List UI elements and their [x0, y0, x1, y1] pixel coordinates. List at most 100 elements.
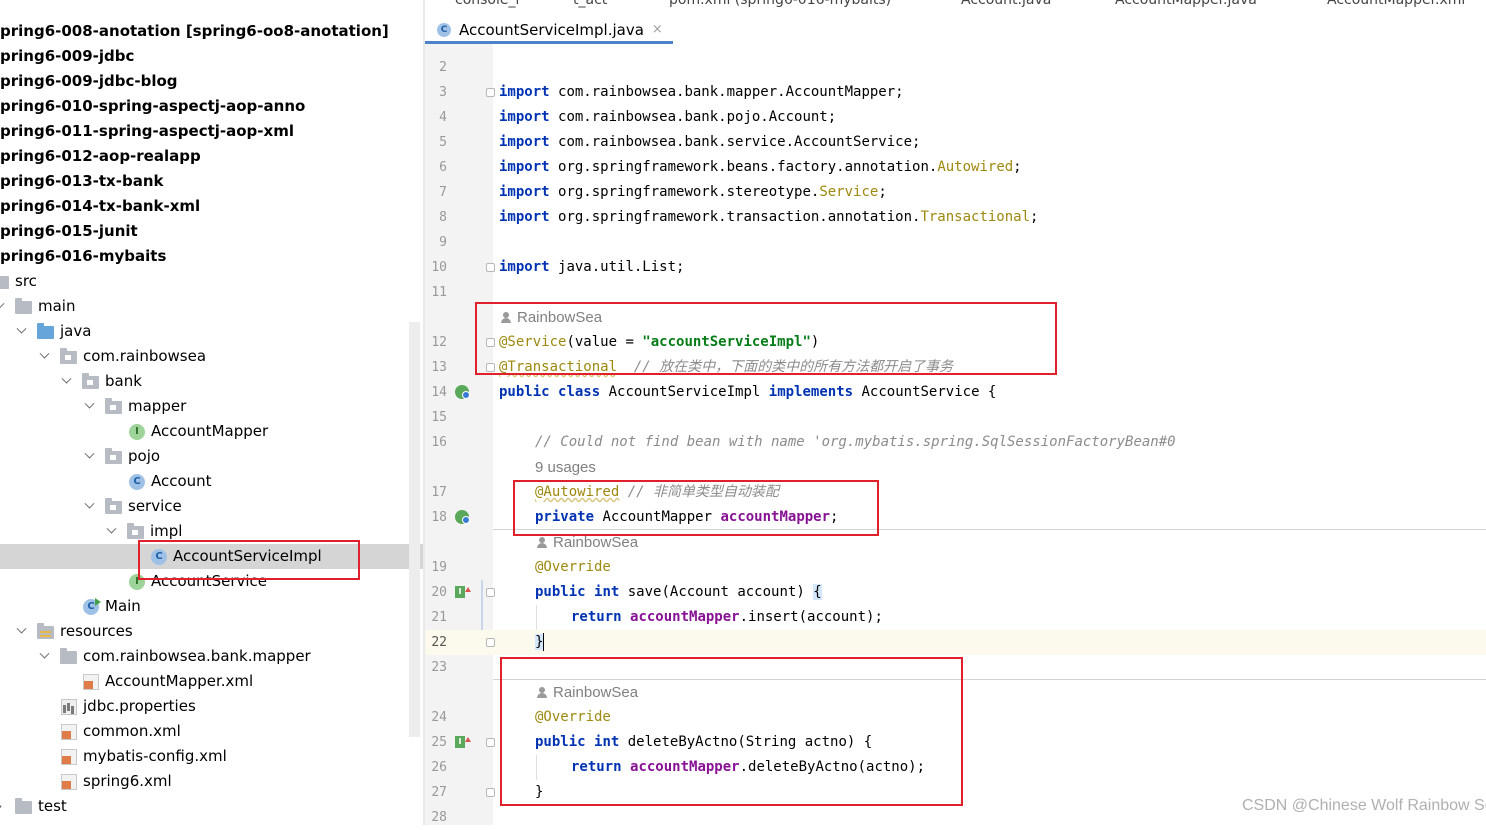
tree-item-bank[interactable]: bank	[0, 369, 424, 394]
code-line: public int save(Account account) {	[535, 584, 822, 600]
chevron-down-icon[interactable]	[83, 501, 95, 513]
code-line: @Override	[535, 559, 611, 575]
chevron-down-icon[interactable]	[60, 376, 72, 388]
properties-file-icon	[61, 698, 77, 715]
current-line-highlight	[425, 630, 1486, 655]
code-line: import org.springframework.stereotype.Se…	[499, 184, 887, 200]
tab-account[interactable]: Account.java	[961, 0, 1051, 8]
chevron-down-icon[interactable]	[15, 626, 27, 638]
spring-bean-icon[interactable]	[455, 510, 470, 524]
tree-item-project[interactable]: pring6-011-spring-aspectj-aop-xml	[0, 119, 424, 144]
tab-pom[interactable]: pom.xml (spring6-016-mybaits)	[669, 0, 891, 8]
code-line: public class AccountServiceImpl implemen…	[499, 384, 997, 400]
usages-hint[interactable]: 9 usages	[535, 455, 596, 480]
close-icon[interactable]: ×	[652, 22, 663, 37]
tree-item-project[interactable]: pring6-008-anotation [spring6-oo8-anotat…	[0, 19, 424, 44]
chevron-down-icon[interactable]	[38, 651, 50, 663]
fold-icon[interactable]	[486, 588, 495, 597]
line-number: 22	[431, 635, 447, 650]
code-line: return accountMapper.insert(account);	[571, 609, 883, 625]
spring-bean-icon[interactable]	[455, 385, 470, 399]
main-class-icon: C	[83, 597, 101, 615]
implements-method-icon[interactable]	[455, 736, 471, 750]
line-number: 6	[439, 160, 447, 175]
package-icon	[105, 397, 122, 414]
code-line: import com.rainbowsea.bank.pojo.Account;	[499, 109, 837, 125]
tab-console[interactable]: console_r	[455, 0, 521, 8]
tree-item-project[interactable]: pring6-015-junit	[0, 219, 424, 244]
tree-item-project[interactable]: pring6-013-tx-bank	[0, 169, 424, 194]
person-icon	[537, 537, 547, 548]
tree-item-java[interactable]: java	[0, 319, 424, 344]
line-number: 17	[431, 485, 447, 500]
tree-item-project[interactable]: pring6-014-tx-bank-xml	[0, 194, 424, 219]
folder-icon	[15, 797, 32, 814]
tree-item-package[interactable]: com.rainbowsea	[0, 344, 424, 369]
tree-item-res-package[interactable]: com.rainbowsea.bank.mapper	[0, 644, 424, 669]
class-icon: C	[129, 473, 145, 490]
fold-icon[interactable]	[486, 788, 495, 797]
tree-item-project[interactable]: pring6-009-jdbc-blog	[0, 69, 424, 94]
tree-item-account-mapper[interactable]: I AccountMapper	[0, 419, 424, 444]
xml-file-icon	[83, 673, 99, 690]
change-marker	[481, 580, 483, 630]
xml-file-icon	[61, 723, 77, 740]
folder-icon	[60, 647, 77, 664]
tree-item-jdbc-properties[interactable]: jdbc.properties	[0, 694, 424, 719]
highlight-box-autowired	[513, 480, 879, 536]
chevron-down-icon[interactable]	[15, 326, 27, 338]
line-number: 11	[431, 285, 447, 300]
tree-item-main[interactable]: main	[0, 294, 424, 319]
tree-item-service[interactable]: service	[0, 494, 424, 519]
line-number: 9	[439, 235, 447, 250]
source-folder-icon	[37, 322, 54, 339]
implements-method-icon[interactable]	[455, 586, 471, 600]
tab-account-mapper-xml[interactable]: AccountMapper.xml	[1327, 0, 1465, 8]
highlight-box-delete-method	[500, 657, 963, 806]
tree-item-spring6-xml[interactable]: spring6.xml	[0, 769, 424, 794]
chevron-down-icon[interactable]	[105, 526, 117, 538]
fold-icon[interactable]	[486, 638, 495, 647]
highlight-box-tree	[138, 540, 360, 580]
tree-item-pojo[interactable]: pojo	[0, 444, 424, 469]
line-number: 7	[439, 185, 447, 200]
package-icon	[127, 522, 144, 539]
tree-scrollbar[interactable]	[409, 322, 420, 737]
package-icon	[60, 347, 77, 364]
tab-account-service-impl[interactable]: C AccountServiceImpl.java ×	[425, 18, 673, 44]
tree-item-project[interactable]: pring6-009-jdbc	[0, 44, 424, 69]
folder-icon	[15, 297, 32, 314]
tree-item-main-class[interactable]: C Main	[0, 594, 424, 619]
tree-item-project[interactable]: pring6-016-mybaits	[0, 244, 424, 269]
line-number: 23	[431, 660, 447, 675]
tab-account-mapper[interactable]: AccountMapper.java	[1115, 0, 1257, 8]
tree-item-mapper[interactable]: mapper	[0, 394, 424, 419]
tree-item-project[interactable]: pring6-012-aop-realapp	[0, 144, 424, 169]
interface-icon: I	[129, 423, 145, 440]
package-icon	[105, 497, 122, 514]
tree-item-test[interactable]: test	[0, 794, 424, 819]
line-number: 25	[431, 735, 447, 750]
chevron-down-icon[interactable]	[83, 401, 95, 413]
fold-icon[interactable]	[486, 263, 495, 272]
class-icon: C	[437, 22, 451, 37]
tree-item-account[interactable]: C Account	[0, 469, 424, 494]
resources-folder-icon	[37, 622, 54, 639]
tree-item-mybatis-config[interactable]: mybatis-config.xml	[0, 744, 424, 769]
chevron-down-icon[interactable]	[0, 301, 5, 313]
fold-icon[interactable]	[486, 738, 495, 747]
chevron-down-icon[interactable]	[38, 351, 50, 363]
tab-t-act[interactable]: t_act	[573, 0, 607, 8]
line-number: 13	[431, 360, 447, 375]
tree-item-resources[interactable]: resources	[0, 619, 424, 644]
chevron-down-icon[interactable]	[83, 451, 95, 463]
tree-item-account-mapper-xml[interactable]: AccountMapper.xml	[0, 669, 424, 694]
package-icon	[82, 372, 99, 389]
fold-icon[interactable]	[486, 88, 495, 97]
tree-item-src[interactable]: src	[0, 269, 424, 294]
tree-item-common-xml[interactable]: common.xml	[0, 719, 424, 744]
line-number: 28	[431, 810, 447, 825]
chevron-right-icon[interactable]	[0, 801, 5, 813]
folder-icon	[0, 275, 9, 289]
tree-item-project[interactable]: pring6-010-spring-aspectj-aop-anno	[0, 94, 424, 119]
